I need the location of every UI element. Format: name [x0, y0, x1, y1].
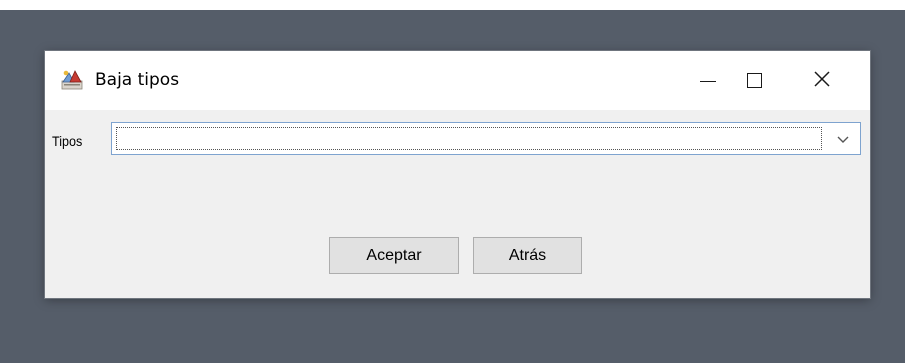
- tipos-label: Tipos: [52, 133, 83, 149]
- tipos-combobox[interactable]: [111, 122, 861, 155]
- combo-dropdown-button[interactable]: [826, 123, 860, 154]
- chevron-down-icon: [836, 129, 850, 148]
- maximize-icon: [746, 73, 762, 88]
- close-button[interactable]: [799, 51, 845, 110]
- desktop-top-edge: [0, 0, 905, 10]
- aceptar-button[interactable]: Aceptar: [329, 237, 459, 274]
- dialog-window: Baja tipos Tipos Aceptar Atrás: [45, 51, 870, 298]
- close-icon: [813, 70, 831, 92]
- minimize-button[interactable]: [685, 51, 731, 110]
- java-app-icon: [61, 68, 83, 90]
- focus-rectangle: [116, 127, 822, 150]
- atras-button[interactable]: Atrás: [473, 237, 582, 274]
- window-title: Baja tipos: [95, 70, 180, 90]
- title-bar[interactable]: Baja tipos: [45, 51, 870, 110]
- minimize-icon: [700, 79, 716, 82]
- maximize-button[interactable]: [731, 51, 777, 110]
